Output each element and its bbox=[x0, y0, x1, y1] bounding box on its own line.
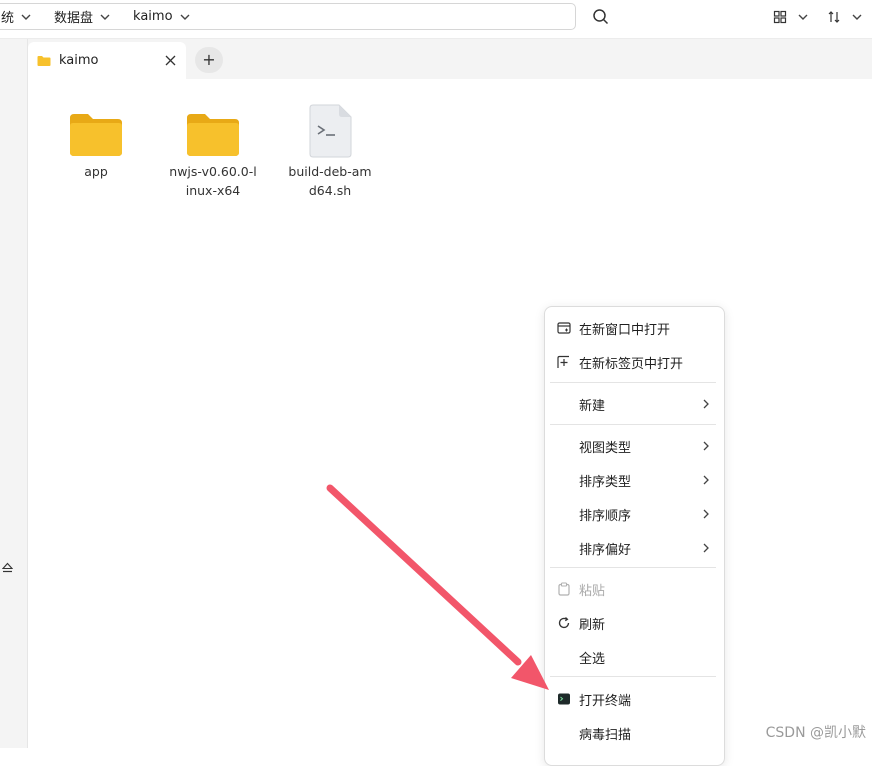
chevron-right-icon bbox=[703, 441, 709, 451]
folder-icon bbox=[187, 114, 239, 156]
context-menu: 在新窗口中打开 在新标签页中打开 新建 视图类型 排序类型 排序顺序 排序偏好 … bbox=[544, 306, 725, 766]
tab-bar: kaimo + bbox=[28, 39, 872, 79]
search-button[interactable] bbox=[592, 8, 610, 26]
menu-item-label: 刷新 bbox=[579, 618, 606, 633]
menu-item-open-terminal[interactable]: 打开终端 bbox=[550, 683, 720, 715]
breadcrumb-item-data-disk[interactable]: 数据盘 bbox=[54, 4, 129, 29]
new-tab-button[interactable]: + bbox=[195, 47, 223, 73]
chevron-down-icon[interactable] bbox=[179, 11, 191, 23]
menu-item-sort-order[interactable]: 排序顺序 bbox=[550, 498, 720, 530]
menu-item-label: 视图类型 bbox=[579, 441, 632, 456]
menu-separator bbox=[550, 676, 716, 677]
menu-item-label: 打开终端 bbox=[579, 694, 632, 709]
menu-item-paste: 粘贴 bbox=[550, 573, 720, 605]
breadcrumb-item-system[interactable]: 统 bbox=[1, 4, 50, 29]
refresh-icon bbox=[558, 617, 570, 629]
menu-item-label: 新建 bbox=[579, 399, 606, 414]
menu-item-select-all[interactable]: 全选 bbox=[550, 641, 720, 673]
chevron-right-icon bbox=[703, 399, 709, 409]
menu-separator bbox=[550, 567, 716, 568]
breadcrumb-item-label: 数据盘 bbox=[54, 11, 94, 26]
menu-item-label: 在新标签页中打开 bbox=[579, 357, 684, 372]
folder-icon bbox=[37, 55, 51, 66]
breadcrumb: 统 数据盘 kaimo bbox=[0, 3, 576, 30]
paste-icon bbox=[558, 582, 570, 596]
file-item-app[interactable]: app bbox=[51, 100, 141, 181]
file-name: build-deb-amd64.sh bbox=[288, 164, 372, 198]
top-bar: 统 数据盘 kaimo bbox=[0, 0, 872, 39]
watermark: CSDN @凯小默 bbox=[765, 725, 866, 741]
breadcrumb-item-label: kaimo bbox=[133, 9, 173, 24]
menu-item-view-type[interactable]: 视图类型 bbox=[550, 430, 720, 462]
breadcrumb-item-label: 统 bbox=[1, 11, 15, 26]
menu-item-open-new-tab[interactable]: 在新标签页中打开 bbox=[550, 346, 720, 378]
menu-item-label: 全选 bbox=[579, 652, 606, 667]
chevron-down-icon[interactable] bbox=[99, 11, 111, 23]
sort-button[interactable] bbox=[827, 8, 863, 26]
new-tab-icon bbox=[557, 355, 569, 368]
shell-script-icon bbox=[309, 104, 352, 158]
file-item-nwjs[interactable]: nwjs-v0.60.0-linux-x64 bbox=[168, 100, 258, 200]
plus-icon: + bbox=[202, 50, 216, 69]
chevron-down-icon[interactable] bbox=[797, 11, 809, 23]
menu-item-new[interactable]: 新建 bbox=[550, 388, 720, 420]
sort-icon bbox=[828, 11, 840, 23]
chevron-right-icon bbox=[703, 475, 709, 485]
file-item-build-script[interactable]: build-deb-amd64.sh bbox=[285, 100, 375, 200]
close-icon[interactable] bbox=[165, 55, 176, 66]
terminal-icon bbox=[558, 693, 570, 705]
menu-item-refresh[interactable]: 刷新 bbox=[550, 607, 720, 639]
tab-label: kaimo bbox=[59, 53, 99, 68]
tab-kaimo[interactable]: kaimo bbox=[28, 42, 186, 79]
menu-item-open-new-window[interactable]: 在新窗口中打开 bbox=[550, 312, 720, 344]
file-name: nwjs-v0.60.0-linux-x64 bbox=[169, 164, 257, 198]
menu-separator bbox=[550, 424, 716, 425]
search-icon bbox=[593, 9, 609, 25]
file-name: app bbox=[84, 164, 108, 179]
menu-item-label: 排序类型 bbox=[579, 475, 632, 490]
menu-item-label: 排序偏好 bbox=[579, 543, 632, 558]
chevron-right-icon bbox=[703, 543, 709, 553]
menu-item-virus-scan[interactable]: 病毒扫描 bbox=[550, 717, 720, 749]
menu-item-sort-type[interactable]: 排序类型 bbox=[550, 464, 720, 496]
folder-icon bbox=[70, 114, 122, 156]
eject-icon[interactable] bbox=[2, 562, 13, 574]
chevron-right-icon bbox=[703, 509, 709, 519]
new-window-icon bbox=[557, 322, 571, 334]
grid-view-icon bbox=[773, 10, 787, 24]
menu-item-label: 病毒扫描 bbox=[579, 728, 632, 743]
chevron-down-icon[interactable] bbox=[20, 11, 32, 23]
menu-item-label: 粘贴 bbox=[579, 584, 606, 599]
menu-separator bbox=[550, 382, 716, 383]
menu-item-label: 在新窗口中打开 bbox=[579, 323, 671, 338]
view-mode-button[interactable] bbox=[773, 8, 809, 26]
menu-item-label: 排序顺序 bbox=[579, 509, 632, 524]
sidebar bbox=[0, 39, 28, 748]
menu-item-sort-preference[interactable]: 排序偏好 bbox=[550, 532, 720, 564]
chevron-down-icon[interactable] bbox=[851, 11, 863, 23]
breadcrumb-item-kaimo[interactable]: kaimo bbox=[133, 4, 209, 29]
